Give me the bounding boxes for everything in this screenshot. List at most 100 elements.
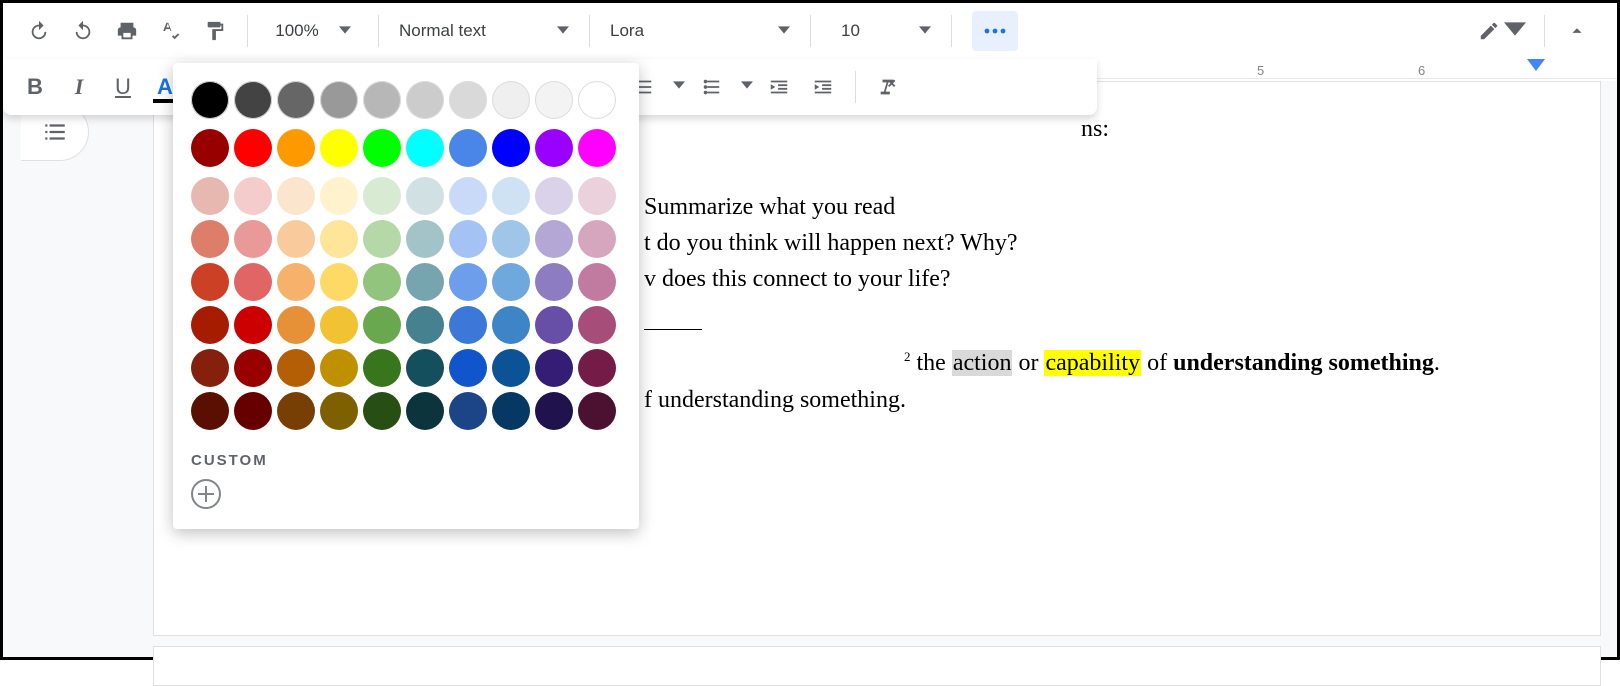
color-swatch[interactable] (191, 81, 229, 119)
color-swatch[interactable] (406, 129, 444, 167)
color-swatch[interactable] (320, 81, 358, 119)
color-swatch[interactable] (363, 349, 401, 387)
color-swatch[interactable] (234, 263, 272, 301)
color-swatch[interactable] (406, 220, 444, 258)
color-swatch[interactable] (320, 129, 358, 167)
font-family-select[interactable]: Lora (600, 11, 800, 51)
increase-indent-button[interactable] (803, 67, 843, 107)
color-swatch[interactable] (492, 263, 530, 301)
color-swatch[interactable] (535, 263, 573, 301)
color-swatch[interactable] (191, 392, 229, 430)
color-swatch[interactable] (406, 306, 444, 344)
decrease-indent-button[interactable] (759, 67, 799, 107)
add-custom-color-button[interactable] (191, 479, 221, 509)
color-swatch[interactable] (535, 220, 573, 258)
color-swatch[interactable] (363, 306, 401, 344)
color-swatch[interactable] (320, 220, 358, 258)
color-swatch[interactable] (406, 81, 444, 119)
italic-button[interactable]: I (59, 67, 99, 107)
color-swatch[interactable] (535, 349, 573, 387)
color-swatch[interactable] (363, 177, 401, 215)
color-swatch[interactable] (492, 177, 530, 215)
color-swatch[interactable] (191, 220, 229, 258)
color-swatch[interactable] (578, 177, 616, 215)
color-swatch[interactable] (449, 177, 487, 215)
color-swatch[interactable] (449, 306, 487, 344)
color-swatch[interactable] (234, 177, 272, 215)
color-swatch[interactable] (406, 392, 444, 430)
color-swatch[interactable] (578, 263, 616, 301)
color-swatch[interactable] (449, 349, 487, 387)
font-size-select[interactable]: 10 (821, 11, 941, 51)
color-swatch[interactable] (492, 129, 530, 167)
color-swatch[interactable] (535, 129, 573, 167)
bulleted-list-button[interactable] (691, 67, 731, 107)
caret-down-icon[interactable] (737, 78, 757, 96)
color-swatch[interactable] (492, 349, 530, 387)
color-swatch[interactable] (535, 81, 573, 119)
color-swatch[interactable] (535, 392, 573, 430)
color-swatch[interactable] (492, 220, 530, 258)
color-swatch[interactable] (535, 306, 573, 344)
color-swatch[interactable] (320, 263, 358, 301)
color-swatch[interactable] (578, 220, 616, 258)
color-swatch[interactable] (234, 306, 272, 344)
color-swatch[interactable] (578, 81, 616, 119)
color-swatch[interactable] (363, 81, 401, 119)
color-swatch[interactable] (277, 349, 315, 387)
spellcheck-button[interactable] (151, 11, 191, 51)
color-swatch[interactable] (492, 81, 530, 119)
color-swatch[interactable] (449, 220, 487, 258)
color-swatch[interactable] (191, 306, 229, 344)
color-swatch[interactable] (320, 306, 358, 344)
color-swatch[interactable] (277, 263, 315, 301)
color-swatch[interactable] (406, 177, 444, 215)
underline-button[interactable]: U (103, 67, 143, 107)
color-swatch[interactable] (492, 306, 530, 344)
color-swatch[interactable] (234, 392, 272, 430)
color-swatch[interactable] (320, 177, 358, 215)
color-swatch[interactable] (234, 129, 272, 167)
color-swatch[interactable] (277, 392, 315, 430)
redo-button[interactable] (63, 11, 103, 51)
clear-formatting-button[interactable] (868, 67, 908, 107)
color-swatch[interactable] (277, 306, 315, 344)
document-page-next[interactable] (153, 646, 1601, 686)
color-swatch[interactable] (578, 392, 616, 430)
color-swatch[interactable] (406, 263, 444, 301)
color-swatch[interactable] (320, 392, 358, 430)
color-swatch[interactable] (535, 177, 573, 215)
color-swatch[interactable] (578, 129, 616, 167)
bold-button[interactable]: B (15, 67, 55, 107)
color-swatch[interactable] (449, 81, 487, 119)
color-swatch[interactable] (578, 349, 616, 387)
color-swatch[interactable] (191, 177, 229, 215)
caret-down-icon[interactable] (669, 78, 689, 96)
paragraph-style-select[interactable]: Normal text (389, 11, 579, 51)
right-indent-marker[interactable] (1527, 59, 1545, 82)
color-swatch[interactable] (234, 349, 272, 387)
collapse-toolbar-button[interactable] (1557, 11, 1597, 51)
color-swatch[interactable] (406, 349, 444, 387)
color-swatch[interactable] (191, 129, 229, 167)
undo-button[interactable] (19, 11, 59, 51)
print-button[interactable] (107, 11, 147, 51)
color-swatch[interactable] (191, 263, 229, 301)
color-swatch[interactable] (277, 81, 315, 119)
color-swatch[interactable] (234, 220, 272, 258)
color-swatch[interactable] (363, 392, 401, 430)
editing-mode-button[interactable] (1470, 18, 1534, 45)
color-swatch[interactable] (234, 81, 272, 119)
color-swatch[interactable] (277, 220, 315, 258)
color-swatch[interactable] (449, 129, 487, 167)
more-tools-button[interactable] (972, 11, 1018, 51)
color-swatch[interactable] (578, 306, 616, 344)
color-swatch[interactable] (363, 129, 401, 167)
color-swatch[interactable] (277, 177, 315, 215)
color-swatch[interactable] (449, 263, 487, 301)
color-swatch[interactable] (191, 349, 229, 387)
zoom-select[interactable]: 100% (258, 11, 368, 51)
color-swatch[interactable] (492, 392, 530, 430)
color-swatch[interactable] (277, 129, 315, 167)
color-swatch[interactable] (363, 220, 401, 258)
